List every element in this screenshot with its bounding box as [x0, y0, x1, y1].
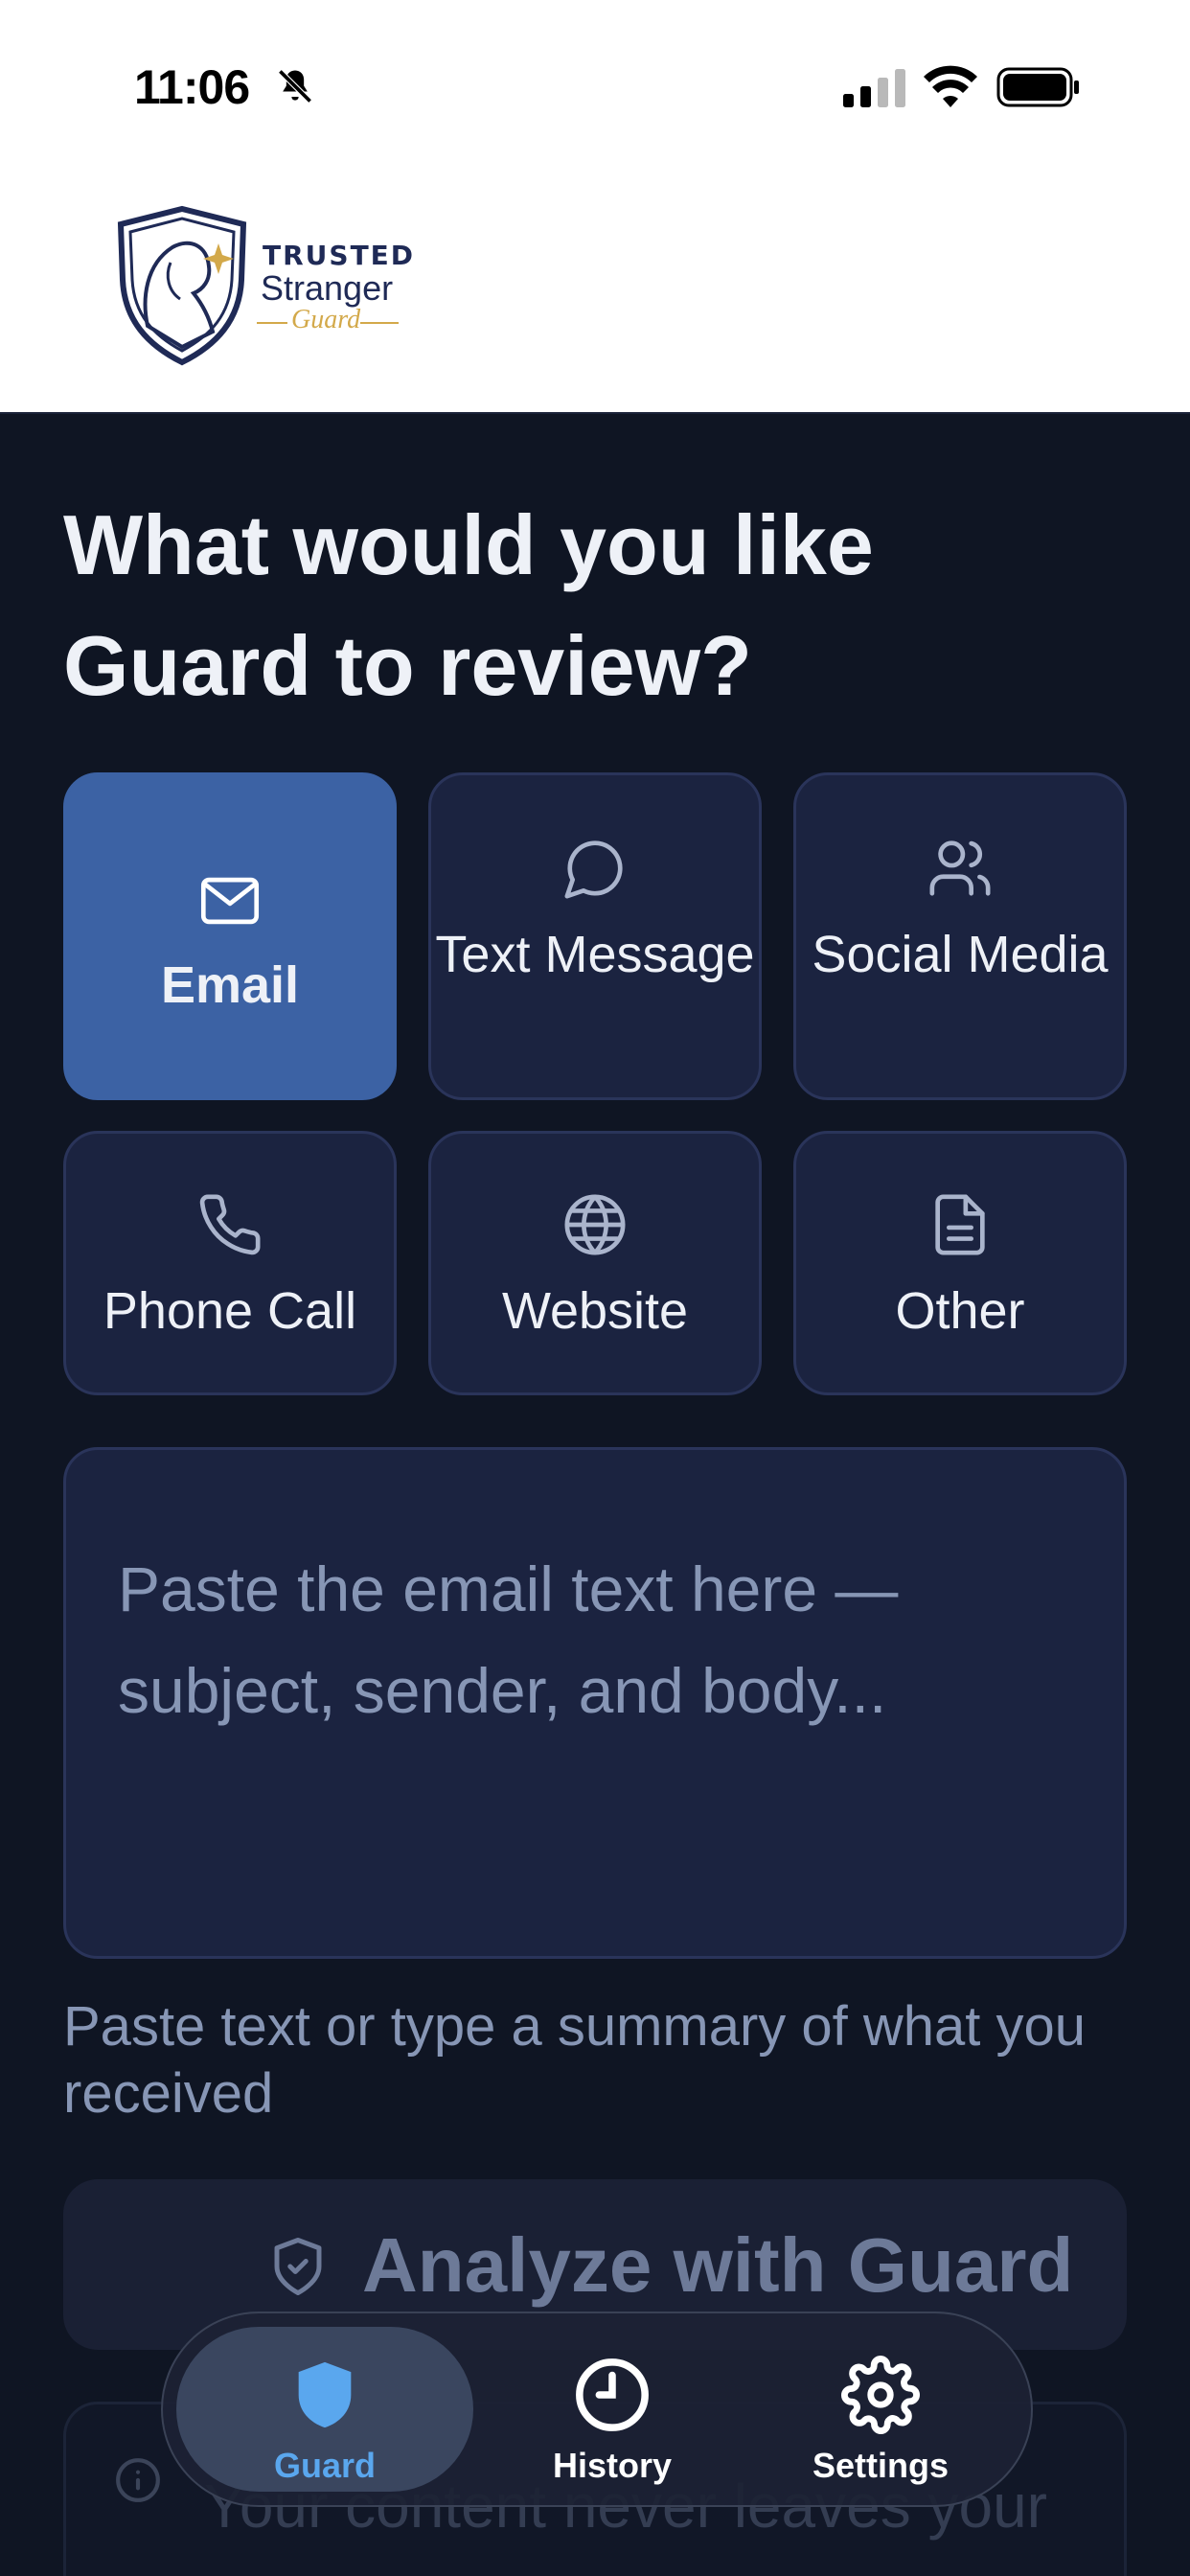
app-header: 11:06 TRUSTED Stranger Guard	[0, 0, 1190, 414]
phone-icon	[199, 1194, 261, 1255]
analyze-button-label: Analyze with Guard	[362, 2222, 1074, 2308]
page-title: What would you like Guard to review?	[63, 497, 874, 713]
clock-icon	[576, 2358, 649, 2431]
document-icon	[935, 1194, 985, 1255]
globe-icon	[564, 1194, 626, 1255]
category-email[interactable]: Email	[63, 772, 397, 1100]
hooded-shield-icon	[117, 205, 247, 366]
logo-word-stranger: Stranger	[261, 268, 394, 308]
mail-icon	[200, 877, 260, 925]
status-time: 11:06	[134, 60, 250, 114]
shield-check-icon	[274, 2238, 322, 2295]
tab-label: Guard	[273, 2446, 376, 2485]
category-social-media[interactable]: Social Media	[793, 772, 1127, 1100]
tab-settings[interactable]: Settings	[742, 2327, 1019, 2492]
category-website[interactable]: Website	[428, 1131, 762, 1395]
content-input[interactable]: Paste the email text here — subject, sen…	[63, 1447, 1127, 1959]
category-label: Website	[501, 1282, 689, 1340]
logo-divider-left	[257, 322, 287, 324]
tab-guard[interactable]: Guard	[176, 2327, 473, 2492]
info-icon	[116, 2458, 160, 2502]
bell-muted-icon	[277, 68, 313, 104]
tab-label: Settings	[812, 2446, 949, 2485]
input-hint: Paste text or type a summary of what you…	[63, 1995, 1087, 2125]
category-phone-call[interactable]: Phone Call	[63, 1131, 397, 1395]
tab-history[interactable]: History	[483, 2327, 742, 2492]
battery-icon	[996, 67, 1079, 107]
logo-divider-right	[360, 322, 399, 324]
gear-icon	[841, 2356, 920, 2434]
cellular-signal-icon	[843, 69, 905, 107]
category-label: Other	[895, 1282, 1025, 1340]
category-label: Text Message	[435, 926, 755, 983]
content-input-placeholder: Paste the email text here — subject, sen…	[118, 1553, 899, 1726]
wifi-icon	[924, 65, 977, 107]
category-label: Social Media	[812, 926, 1109, 983]
logo-word-trusted: TRUSTED	[263, 240, 416, 271]
brand-logo: TRUSTED Stranger Guard	[113, 203, 413, 366]
category-text-message[interactable]: Text Message	[428, 772, 762, 1100]
category-label: Email	[160, 956, 300, 1014]
chat-bubble-icon	[564, 840, 623, 899]
category-label: Phone Call	[103, 1282, 357, 1340]
logo-word-guard: Guard	[291, 305, 361, 334]
tab-bar: Guard History Settings	[161, 2312, 1033, 2507]
category-other[interactable]: Other	[793, 1131, 1127, 1395]
tab-label: History	[552, 2446, 673, 2485]
shield-icon	[298, 2361, 352, 2428]
users-icon	[929, 840, 991, 896]
